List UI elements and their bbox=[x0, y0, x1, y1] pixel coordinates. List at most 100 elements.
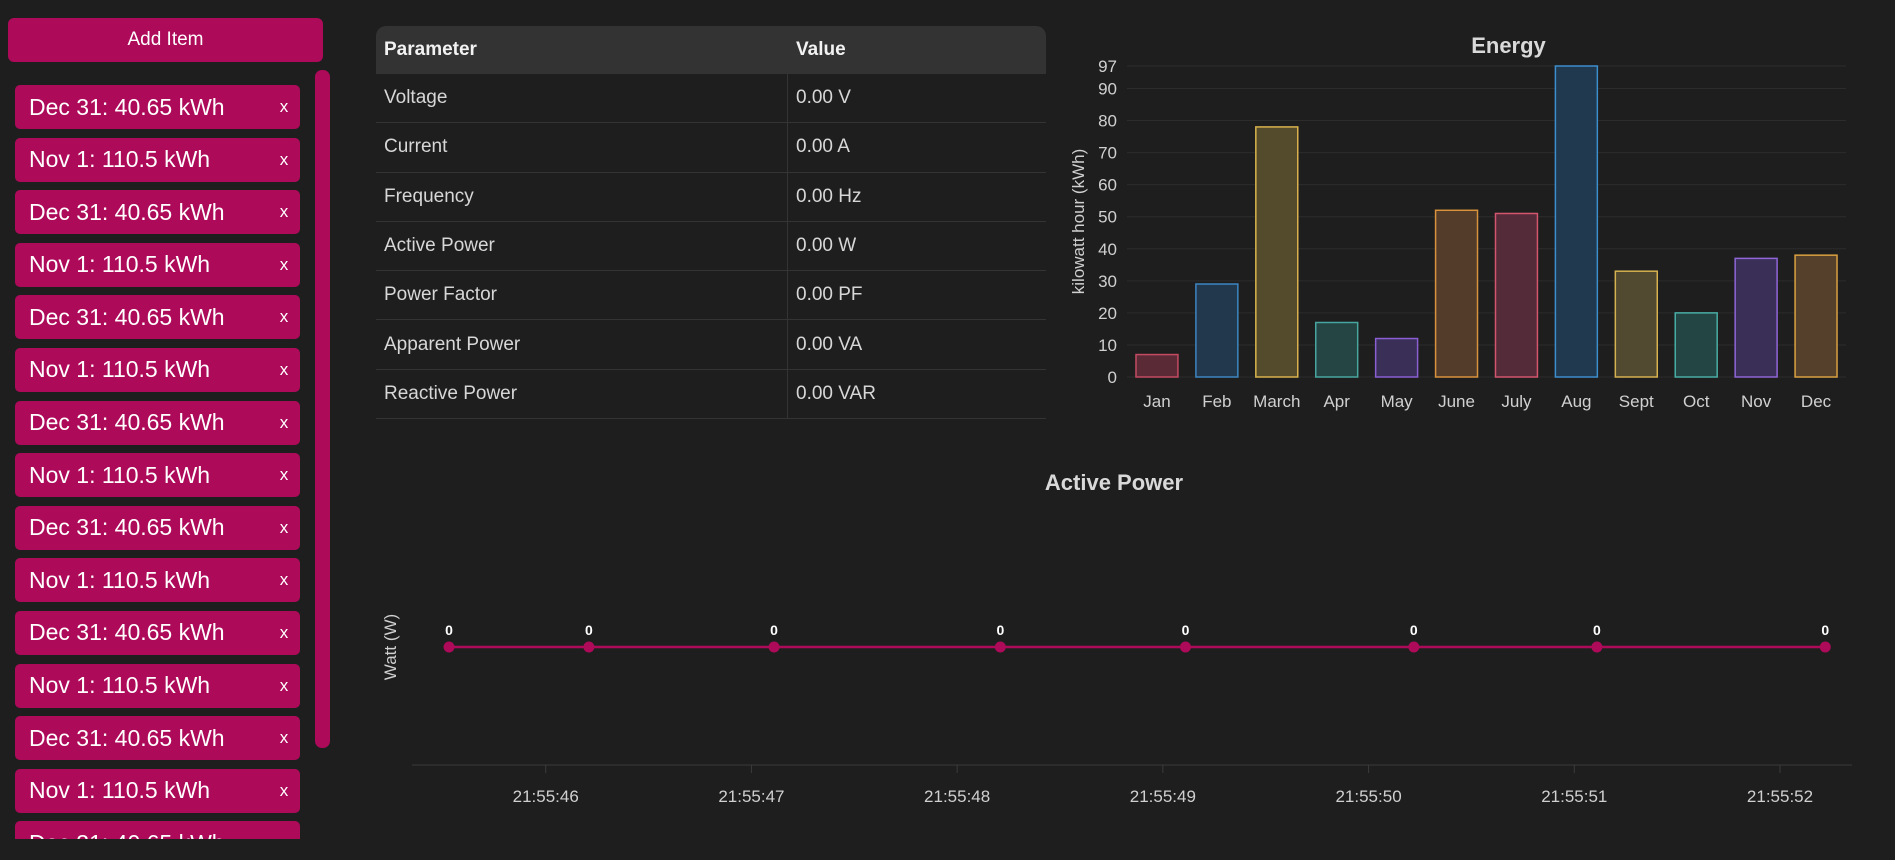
remove-entry-button[interactable]: x bbox=[276, 676, 292, 696]
energy-entry-item[interactable]: Nov 1: 110.5 kWh x bbox=[15, 453, 300, 498]
list-scrollbar[interactable] bbox=[315, 70, 330, 748]
power-data-point bbox=[1179, 641, 1191, 653]
energy-x-tick-label: Sept bbox=[1619, 392, 1654, 411]
energy-y-tick-label: 10 bbox=[1098, 336, 1117, 355]
energy-x-tick-label: July bbox=[1501, 392, 1532, 411]
power-data-point bbox=[994, 641, 1006, 653]
energy-bar bbox=[1674, 312, 1718, 378]
energy-entry-item[interactable]: Nov 1: 110.5 kWh x bbox=[15, 347, 300, 392]
energy-x-tick-label: June bbox=[1438, 392, 1475, 411]
table-row: Current 0.00 A bbox=[376, 123, 1046, 173]
remove-entry-button[interactable]: x bbox=[276, 202, 292, 222]
parameter-table: Parameter Value Voltage 0.00 V Current 0.00… bbox=[376, 26, 1046, 419]
energy-entry-item[interactable]: Dec 31: 40.65 kWh x bbox=[15, 190, 300, 235]
parameter-name-cell: Power Factor bbox=[376, 271, 788, 320]
power-x-tick-label: 21:55:50 bbox=[1335, 787, 1401, 806]
parameter-value-cell: 0.00 VA bbox=[796, 333, 863, 355]
remove-entry-button[interactable]: x bbox=[276, 728, 292, 748]
parameter-value-cell: 0.00 Hz bbox=[796, 185, 862, 207]
energy-entry-list-content: Dec 31: 40.65 kWh x Nov 1: 110.5 kWh x Dec 3… bbox=[15, 85, 301, 839]
energy-entry-item[interactable]: Dec 31: 40.65 kWh x bbox=[15, 295, 300, 340]
power-data-point bbox=[768, 641, 780, 653]
power-chart-title: Active Power bbox=[1045, 470, 1184, 495]
remove-entry-button[interactable]: x bbox=[276, 833, 292, 839]
remove-entry-button[interactable]: x bbox=[276, 255, 292, 275]
energy-entry-item[interactable]: Nov 1: 110.5 kWh x bbox=[15, 558, 300, 603]
energy-bar-chart-svg: Energy 0 10 20 30 40 50 60 70 80 90 97 kilowatt hour… bbox=[1069, 33, 1846, 411]
energy-x-tick-label: Feb bbox=[1202, 392, 1231, 411]
energy-y-tick-label: 90 bbox=[1098, 79, 1117, 98]
column-header-parameter: Parameter bbox=[384, 39, 477, 60]
remove-entry-button[interactable]: x bbox=[276, 360, 292, 380]
power-data-label: 0 bbox=[1182, 622, 1190, 638]
energy-entry-label: Dec 31: 40.65 kWh bbox=[29, 303, 225, 330]
remove-entry-button[interactable]: x bbox=[276, 518, 292, 538]
energy-entry-item[interactable]: Dec 31: 40.65 kWh x bbox=[15, 505, 300, 550]
power-x-tick-label: 21:55:52 bbox=[1747, 787, 1813, 806]
energy-bar bbox=[1554, 65, 1599, 378]
remove-entry-button[interactable]: x bbox=[276, 413, 292, 433]
parameter-name-cell: Current bbox=[376, 123, 788, 172]
energy-y-tick-label: 50 bbox=[1098, 208, 1117, 227]
parameter-value-cell: 0.00 A bbox=[796, 136, 850, 158]
energy-entry-item[interactable]: Dec 31: 40.65 kWh x bbox=[15, 85, 300, 129]
power-data-point bbox=[583, 641, 595, 653]
energy-entry-item[interactable]: Dec 31: 40.65 kWh x bbox=[15, 610, 300, 655]
active-power-line-chart: Active Power Watt (W) 21:55:46 21:55:47 21:5… bbox=[376, 460, 1856, 840]
parameter-value-cell: 0.00 PF bbox=[796, 284, 863, 306]
remove-entry-button[interactable]: x bbox=[276, 465, 292, 485]
remove-entry-button[interactable]: x bbox=[276, 781, 292, 801]
energy-entry-label: Nov 1: 110.5 kWh bbox=[29, 251, 211, 278]
energy-entry-item[interactable]: Nov 1: 110.5 kWh x bbox=[15, 242, 300, 287]
energy-y-tick-label: 40 bbox=[1098, 240, 1117, 259]
energy-entry-list[interactable]: Dec 31: 40.65 kWh x Nov 1: 110.5 kWh x Dec 3… bbox=[15, 82, 301, 839]
energy-x-tick-label: Nov bbox=[1741, 392, 1772, 411]
remove-entry-button[interactable]: x bbox=[276, 307, 292, 327]
energy-bar bbox=[1374, 337, 1419, 378]
energy-entry-item[interactable]: Nov 1: 110.5 kWh x bbox=[15, 768, 300, 813]
remove-entry-button[interactable]: x bbox=[276, 97, 292, 117]
energy-x-tick-label: Aug bbox=[1561, 392, 1591, 411]
power-data-label: 0 bbox=[996, 622, 1004, 638]
energy-entry-item[interactable]: Nov 1: 110.5 kWh x bbox=[15, 663, 300, 708]
table-row: Apparent Power 0.00 VA bbox=[376, 320, 1046, 370]
energy-entry-label: Nov 1: 110.5 kWh bbox=[29, 356, 211, 383]
energy-entry-item[interactable]: Dec 31: 40.65 kWh x bbox=[15, 716, 300, 761]
energy-y-tick-label: 0 bbox=[1108, 368, 1117, 387]
remove-entry-button[interactable]: x bbox=[276, 570, 292, 590]
energy-entry-item[interactable]: Dec 31: 40.65 kWh x bbox=[15, 821, 300, 839]
energy-entry-label: Nov 1: 110.5 kWh bbox=[29, 672, 211, 699]
active-power-line-chart-svg: Active Power Watt (W) 21:55:46 21:55:47 21:5… bbox=[381, 470, 1852, 806]
energy-entry-item[interactable]: Dec 31: 40.65 kWh x bbox=[15, 400, 300, 445]
energy-entry-item[interactable]: Nov 1: 110.5 kWh x bbox=[15, 137, 300, 182]
power-y-axis-label: Watt (W) bbox=[381, 614, 400, 680]
parameter-name-cell: Active Power bbox=[376, 221, 788, 271]
energy-bar bbox=[1255, 126, 1299, 378]
remove-entry-button[interactable]: x bbox=[276, 623, 292, 643]
add-item-button[interactable]: Add Item bbox=[8, 18, 323, 62]
power-x-tick-label: 21:55:48 bbox=[924, 787, 990, 806]
parameter-name-cell: Voltage bbox=[376, 74, 788, 123]
parameter-value-cell: 0.00 W bbox=[796, 235, 857, 257]
power-data-label: 0 bbox=[1410, 622, 1418, 638]
power-x-tick-label: 21:55:47 bbox=[718, 787, 784, 806]
energy-x-tick-label: Jan bbox=[1143, 392, 1170, 411]
dashboard-root: Add Item Dec 31: 40.65 kWh x Nov 1: 110.5 … bbox=[0, 0, 1895, 860]
energy-y-tick-label: 60 bbox=[1098, 176, 1117, 195]
energy-entry-label: Dec 31: 40.65 kWh bbox=[29, 198, 225, 225]
energy-entry-label: Dec 31: 40.65 kWh bbox=[29, 514, 225, 541]
energy-x-tick-label: Apr bbox=[1323, 392, 1350, 411]
energy-y-tick-label: 70 bbox=[1098, 144, 1117, 163]
energy-entry-label: Nov 1: 110.5 kWh bbox=[29, 777, 211, 804]
energy-entry-label: Dec 31: 40.65 kWh bbox=[29, 830, 225, 839]
energy-x-tick-label: Oct bbox=[1683, 392, 1710, 411]
parameter-value-cell: 0.00 VAR bbox=[796, 382, 876, 404]
power-data-label: 0 bbox=[1593, 622, 1601, 638]
energy-bar bbox=[1614, 270, 1659, 378]
energy-bar bbox=[1494, 212, 1539, 378]
energy-bar bbox=[1734, 257, 1778, 378]
power-data-label: 0 bbox=[585, 622, 593, 638]
parameter-value-cell: 0.00 V bbox=[796, 87, 851, 109]
remove-entry-button[interactable]: x bbox=[276, 150, 292, 170]
parameter-name-cell: Frequency bbox=[376, 172, 788, 221]
